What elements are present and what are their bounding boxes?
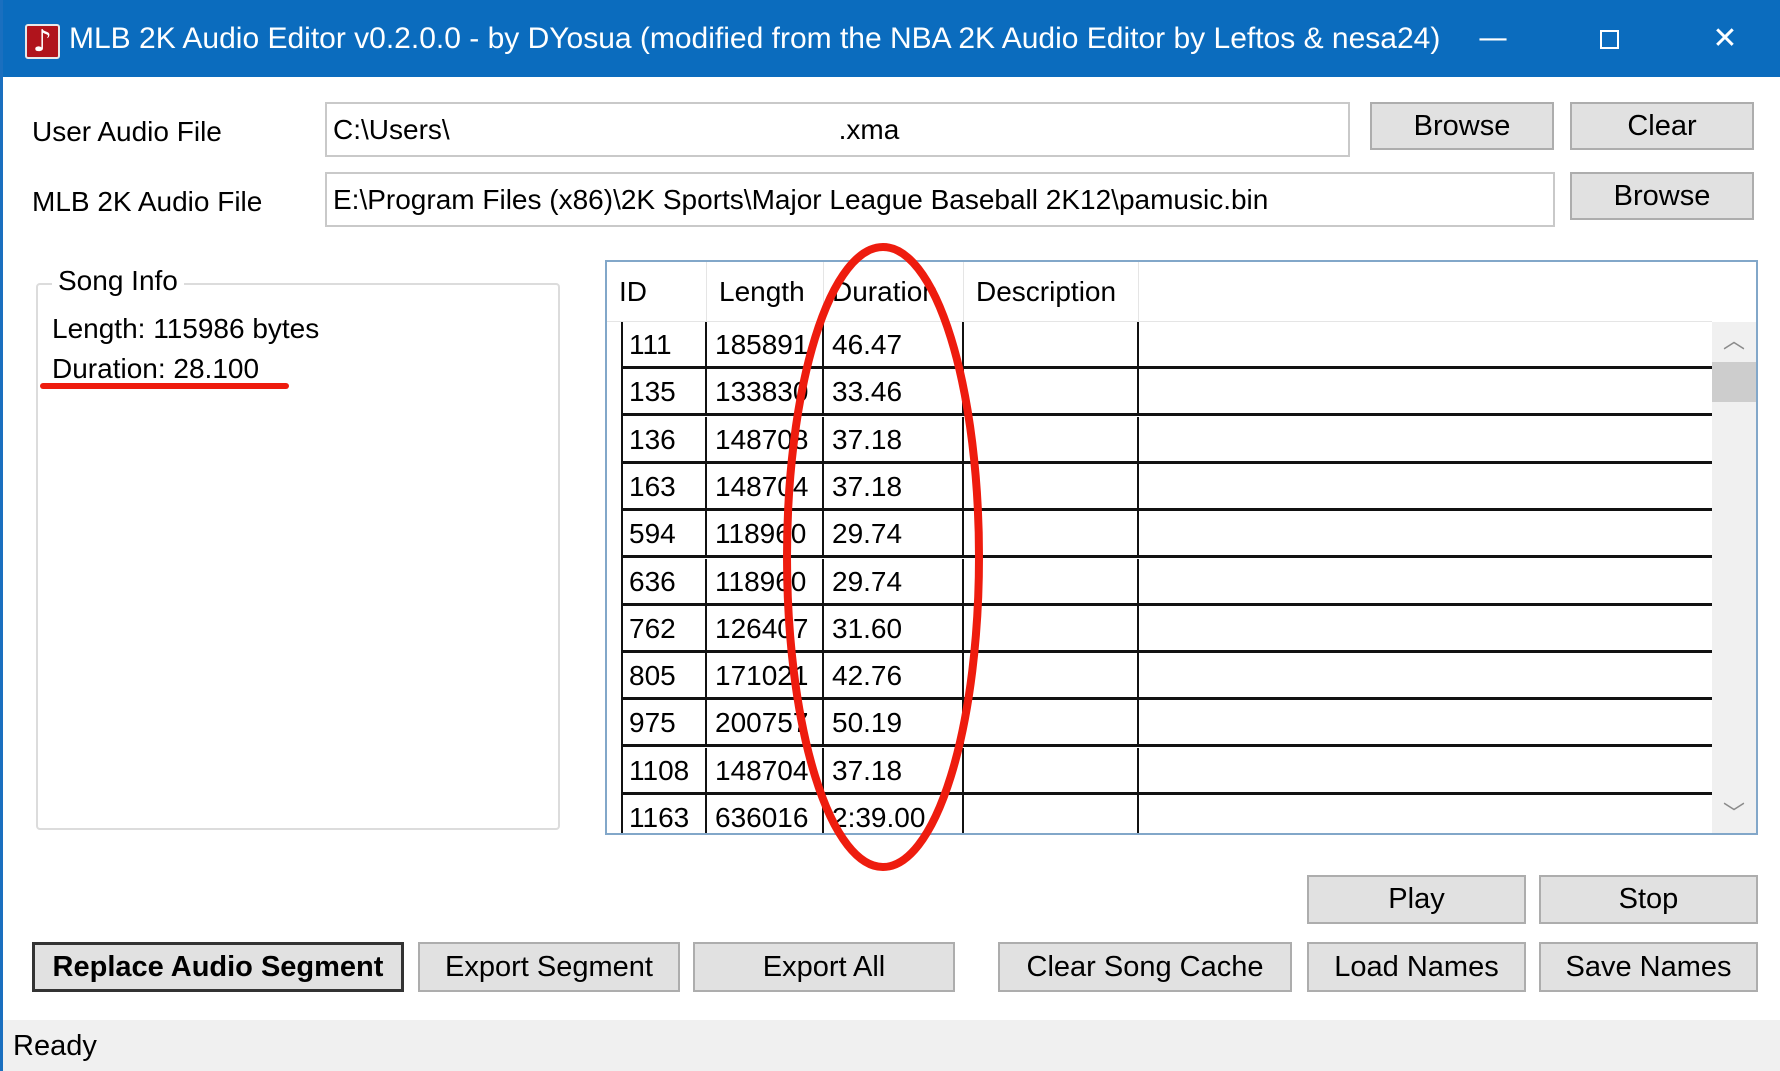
column-header-duration[interactable]: Duration (824, 262, 964, 322)
table-row[interactable]: 805 171021 42.76 (621, 653, 1714, 701)
cell-description (964, 322, 1139, 366)
title-bar[interactable]: ♪ MLB 2K Audio Editor v0.2.0.0 - by DYos… (3, 0, 1780, 77)
cell-length: 148704 (707, 747, 824, 792)
load-names-button[interactable]: Load Names (1307, 942, 1526, 992)
cell-duration: 31.60 (824, 605, 964, 650)
maximize-button[interactable] (1551, 0, 1667, 77)
replace-audio-segment-button[interactable]: Replace Audio Segment (32, 942, 404, 992)
table-row[interactable]: 1163 636016 2:39.00 (621, 795, 1714, 833)
minimize-button[interactable]: — (1435, 0, 1551, 77)
cell-id: 163 (621, 463, 707, 508)
cell-description (964, 795, 1139, 833)
cell-duration: 37.18 (824, 747, 964, 792)
status-bar: Ready (3, 1020, 1780, 1071)
mlb-browse-button[interactable]: Browse (1570, 172, 1754, 220)
table-row[interactable]: 1108 148704 37.18 (621, 747, 1714, 795)
table-row[interactable]: 762 126407 31.60 (621, 605, 1714, 653)
cell-duration: 42.76 (824, 653, 964, 698)
cell-duration: 50.19 (824, 700, 964, 745)
user-audio-file-field[interactable]: C:\Users\ .xma (325, 102, 1350, 157)
mlb-audio-file-label: MLB 2K Audio File (32, 186, 263, 217)
cell-description (964, 558, 1139, 603)
cell-duration: 33.46 (824, 369, 964, 414)
cell-id: 135 (621, 369, 707, 414)
cell-length: 185891 (707, 322, 824, 366)
clear-button[interactable]: Clear (1570, 102, 1754, 150)
window-title: MLB 2K Audio Editor v0.2.0.0 - by DYosua… (69, 22, 1441, 55)
save-names-button[interactable]: Save Names (1539, 942, 1758, 992)
cell-description (964, 747, 1139, 792)
table-row[interactable]: 594 118960 29.74 (621, 511, 1714, 559)
column-header-id[interactable]: ID (607, 262, 707, 322)
cell-id: 136 (621, 416, 707, 461)
table-row[interactable]: 135 133830 33.46 (621, 369, 1714, 417)
export-segment-button[interactable]: Export Segment (418, 942, 680, 992)
cell-length: 148708 (707, 416, 824, 461)
cell-id: 1108 (621, 747, 707, 792)
cell-duration: 29.74 (824, 558, 964, 603)
export-all-button[interactable]: Export All (693, 942, 955, 992)
song-length: Length: 115986 bytes (52, 313, 320, 344)
status-text: Ready (13, 1030, 97, 1062)
play-button[interactable]: Play (1307, 875, 1526, 924)
cell-duration: 29.74 (824, 511, 964, 556)
table-row[interactable]: 136 148708 37.18 (621, 416, 1714, 464)
vertical-scrollbar[interactable]: ︿ ﹀ (1712, 322, 1756, 833)
cell-length: 133830 (707, 369, 824, 414)
cell-id: 111 (621, 322, 707, 366)
cell-description (964, 605, 1139, 650)
user-audio-file-label: User Audio File (32, 116, 222, 147)
cell-id: 1163 (621, 795, 707, 833)
cell-duration: 46.47 (824, 322, 964, 366)
cell-length: 118960 (707, 511, 824, 556)
song-info-group: Song Info Length: 115986 bytes Duration:… (36, 265, 560, 830)
list-header: ID Length Duration Description (607, 262, 1714, 322)
table-row[interactable]: 163 148704 37.18 (621, 463, 1714, 511)
cell-description (964, 511, 1139, 556)
scrollbar-thumb[interactable] (1712, 362, 1756, 402)
song-duration: Duration: 28.100 (52, 353, 260, 384)
table-row[interactable]: 636 118960 29.74 (621, 558, 1714, 606)
song-info-title: Song Info (52, 265, 184, 297)
cell-id: 975 (621, 700, 707, 745)
user-browse-button[interactable]: Browse (1370, 102, 1554, 150)
segment-list[interactable]: ID Length Duration Description 111 185891… (605, 260, 1758, 835)
cell-length: 200757 (707, 700, 824, 745)
cell-id: 636 (621, 558, 707, 603)
cell-duration: 37.18 (824, 416, 964, 461)
app-window: ♪ MLB 2K Audio Editor v0.2.0.0 - by DYos… (0, 0, 1780, 1071)
cell-length: 636016 (707, 795, 824, 833)
cell-description (964, 700, 1139, 745)
chevron-up-icon[interactable]: ︿ (1712, 322, 1756, 362)
stop-button[interactable]: Stop (1539, 875, 1758, 924)
cell-description (964, 653, 1139, 698)
cell-length: 148704 (707, 463, 824, 508)
mlb-audio-file-field[interactable]: E:\Program Files (x86)\2K Sports\Major L… (325, 172, 1555, 227)
table-row[interactable]: 111 185891 46.47 (621, 322, 1714, 369)
cell-id: 805 (621, 653, 707, 698)
table-row[interactable]: 975 200757 50.19 (621, 700, 1714, 748)
header-corner (1712, 262, 1756, 322)
cell-description (964, 463, 1139, 508)
cell-id: 594 (621, 511, 707, 556)
column-header-length[interactable]: Length (707, 262, 824, 322)
close-button[interactable]: ✕ (1667, 0, 1780, 77)
cell-duration: 2:39.00 (824, 795, 964, 833)
cell-id: 762 (621, 605, 707, 650)
cell-duration: 37.18 (824, 463, 964, 508)
music-note-icon: ♪ (25, 24, 60, 59)
chevron-down-icon[interactable]: ﹀ (1712, 795, 1756, 833)
cell-description (964, 416, 1139, 461)
cell-description (964, 369, 1139, 414)
cell-length: 118960 (707, 558, 824, 603)
maximize-icon (1599, 30, 1619, 49)
cell-length: 171021 (707, 653, 824, 698)
cell-length: 126407 (707, 605, 824, 650)
clear-song-cache-button[interactable]: Clear Song Cache (998, 942, 1292, 992)
column-header-description[interactable]: Description (964, 262, 1139, 322)
